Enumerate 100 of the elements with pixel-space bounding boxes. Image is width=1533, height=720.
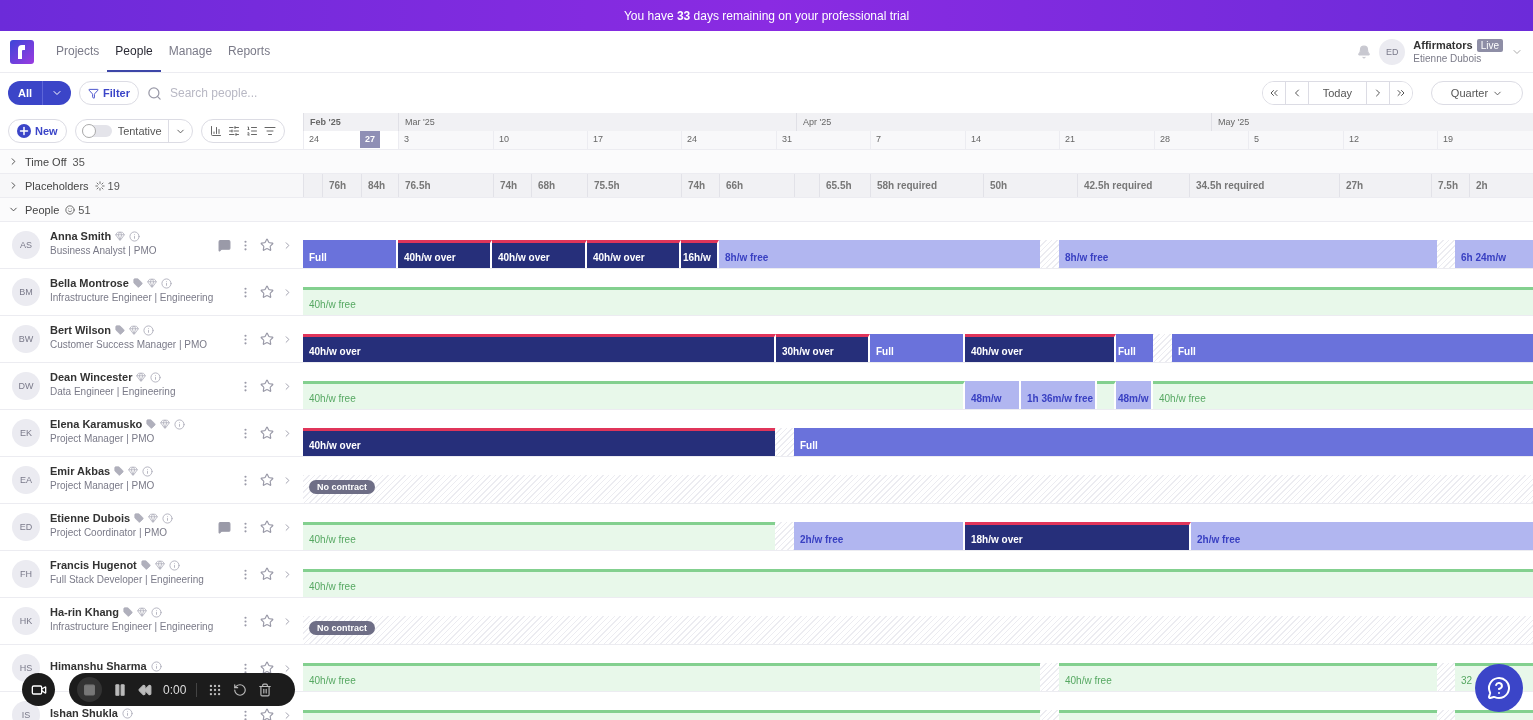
stop-button[interactable] <box>77 677 102 702</box>
person-name[interactable]: Himanshu Sharma <box>50 660 147 672</box>
over-allocation-bar[interactable]: 40h/w over <box>398 240 492 268</box>
partial-allocation-bar[interactable]: 6h 24m/w <box>1455 240 1533 268</box>
no-contract-bar[interactable]: No contract <box>303 475 1533 503</box>
app-logo[interactable] <box>10 39 34 64</box>
info-icon[interactable] <box>121 707 133 719</box>
star-icon[interactable] <box>260 238 274 252</box>
comment-icon[interactable] <box>218 520 231 534</box>
full-allocation-bar[interactable]: Full <box>870 334 965 362</box>
person-name[interactable]: Dean Wincester <box>50 371 133 383</box>
full-allocation-bar[interactable]: Full <box>794 428 1533 456</box>
hours-cell: 50h <box>983 174 1077 197</box>
person-name[interactable]: Anna Smith <box>50 230 112 242</box>
new-button[interactable]: New <box>8 119 67 143</box>
person-name[interactable]: Ishan Shukla <box>50 707 118 719</box>
week-label: 5 <box>1248 131 1343 149</box>
info-icon[interactable] <box>142 465 154 477</box>
all-button[interactable]: All <box>8 81 43 105</box>
info-icon[interactable] <box>160 277 172 289</box>
nav-tab[interactable]: Manage <box>160 31 221 72</box>
partial-allocation-bar[interactable]: 2h/w free <box>794 522 965 550</box>
no-work-bar[interactable] <box>1040 240 1059 268</box>
over-allocation-bar[interactable]: 40h/w over <box>492 240 587 268</box>
over-allocation-bar[interactable]: 40h/w over <box>965 334 1116 362</box>
partial-allocation-bar[interactable]: 1h 36m/w free <box>1021 381 1097 409</box>
filter-button[interactable]: Filter <box>79 81 139 105</box>
week-label: 19 <box>1437 131 1533 149</box>
double-chevron-right-icon <box>1395 87 1407 99</box>
person-name[interactable]: Ha-rin Khang <box>50 606 120 618</box>
camera-button[interactable] <box>22 673 55 706</box>
group-header[interactable]: Time Off 35 <box>0 150 303 173</box>
sliders-icon[interactable] <box>227 125 240 137</box>
grid-icon[interactable] <box>208 682 223 697</box>
hours-cell: 84h <box>361 174 398 197</box>
period-dropdown[interactable]: Quarter <box>1431 81 1523 105</box>
star-icon[interactable] <box>260 473 274 487</box>
info-icon[interactable] <box>174 418 186 430</box>
star-icon[interactable] <box>260 285 274 299</box>
no-contract-bar[interactable]: No contract <box>303 616 1533 644</box>
person-name[interactable]: Bella Montrose <box>50 277 129 289</box>
star-icon[interactable] <box>260 520 274 534</box>
sort-icon[interactable] <box>263 125 276 137</box>
over-allocation-bar[interactable]: 18h/w over <box>965 522 1191 550</box>
info-icon[interactable] <box>129 230 141 242</box>
no-work-bar[interactable] <box>775 522 794 550</box>
partial-allocation-bar[interactable]: 8h/w free <box>719 240 1040 268</box>
user-avatar[interactable]: ED <box>1379 38 1406 65</box>
bell-icon[interactable] <box>1357 44 1372 59</box>
bar-chart-icon[interactable] <box>209 125 222 137</box>
rewind-button[interactable] <box>138 682 152 697</box>
partial-allocation-bar[interactable]: 48m/w <box>1116 381 1153 409</box>
star-icon[interactable] <box>260 708 274 720</box>
all-dropdown[interactable]: All <box>8 81 72 105</box>
nav-tab[interactable]: Projects <box>48 31 108 72</box>
info-icon[interactable] <box>150 660 162 672</box>
no-work-bar[interactable] <box>775 428 794 456</box>
over-allocation-bar[interactable]: 40h/w over <box>303 334 776 362</box>
over-allocation-bar[interactable]: 40h/w over <box>587 240 681 268</box>
group-header[interactable]: Placeholders 19 <box>0 174 303 197</box>
over-allocation-bar[interactable]: 16h/w <box>681 240 719 268</box>
person-name[interactable]: Bert Wilson <box>50 324 111 336</box>
jump-forward-button[interactable] <box>1389 82 1412 104</box>
star-icon[interactable] <box>260 426 274 440</box>
over-allocation-bar[interactable]: 40h/w over <box>303 428 775 456</box>
star-icon[interactable] <box>260 661 274 675</box>
no-work-bar[interactable] <box>1153 334 1172 362</box>
info-icon[interactable] <box>150 371 162 383</box>
restart-button[interactable] <box>233 682 248 697</box>
nav-tab[interactable]: Reports <box>220 31 279 72</box>
full-allocation-bar[interactable]: Full <box>1172 334 1533 362</box>
star-icon[interactable] <box>260 614 274 628</box>
group-header[interactable]: People 51 <box>0 198 303 221</box>
partial-allocation-bar[interactable]: 2h/w free <box>1191 522 1533 550</box>
no-work-bar[interactable] <box>1437 240 1455 268</box>
person-name[interactable]: Francis Hugenot <box>50 559 137 571</box>
no-work-bar[interactable] <box>1437 663 1455 691</box>
star-icon[interactable] <box>260 332 274 346</box>
list-icon[interactable] <box>245 125 258 137</box>
full-allocation-bar[interactable]: Full <box>303 240 398 268</box>
partial-allocation-bar[interactable]: 8h/w free <box>1059 240 1437 268</box>
person-name[interactable]: Etienne Dubois <box>50 512 131 524</box>
star-icon[interactable] <box>260 379 274 393</box>
person-name[interactable]: Emir Akbas <box>50 465 111 477</box>
info-icon[interactable] <box>162 512 174 524</box>
person-name[interactable]: Elena Karamusko <box>50 418 143 430</box>
comment-icon[interactable] <box>218 238 231 252</box>
delete-button[interactable] <box>258 682 273 697</box>
star-icon[interactable] <box>260 567 274 581</box>
pause-button[interactable] <box>113 682 127 697</box>
over-allocation-bar[interactable]: 30h/w over <box>776 334 870 362</box>
nav-tab[interactable]: People <box>107 31 161 72</box>
bar-chart-glyph <box>209 125 222 137</box>
info-icon[interactable] <box>143 324 154 336</box>
live-badge: Live <box>1476 39 1503 52</box>
partial-allocation-bar[interactable]: 48m/w <box>965 381 1021 409</box>
no-work-bar[interactable] <box>1040 663 1059 691</box>
info-icon[interactable] <box>168 559 180 571</box>
info-icon[interactable] <box>151 606 163 618</box>
full-allocation-bar[interactable]: Full <box>1116 334 1153 362</box>
